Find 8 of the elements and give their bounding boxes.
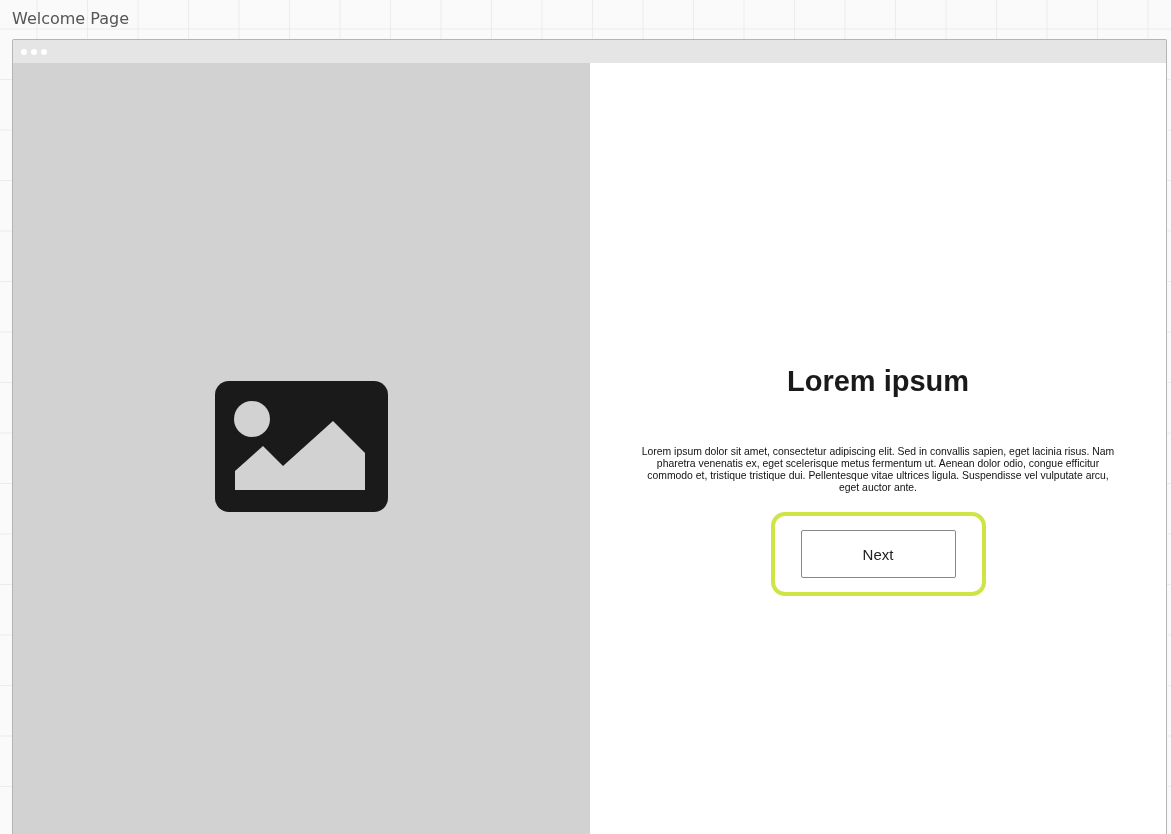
dot-icon [41,48,47,55]
dot-icon [31,48,37,55]
page-title: Welcome Page [12,8,130,30]
next-button[interactable]: Next [800,530,956,578]
image-icon [215,380,388,512]
dot-icon [21,48,27,55]
body-text: Lorem ipsum dolor sit amet, consectetur adipiscing elit. Sed in convallis sapien, eget lacinia risus. Nam pharetra venenatis ex, eget scelerisque metus fermentum ut. Aenean dolor odio, congue efficitur commodo et, tristique tristique dui. Pellentesque vitae ultrices ligula. Suspendisse vel vulputate arcu, eget auctor ante. [640,446,1116,494]
heading: Lorem ipsum [786,365,970,398]
